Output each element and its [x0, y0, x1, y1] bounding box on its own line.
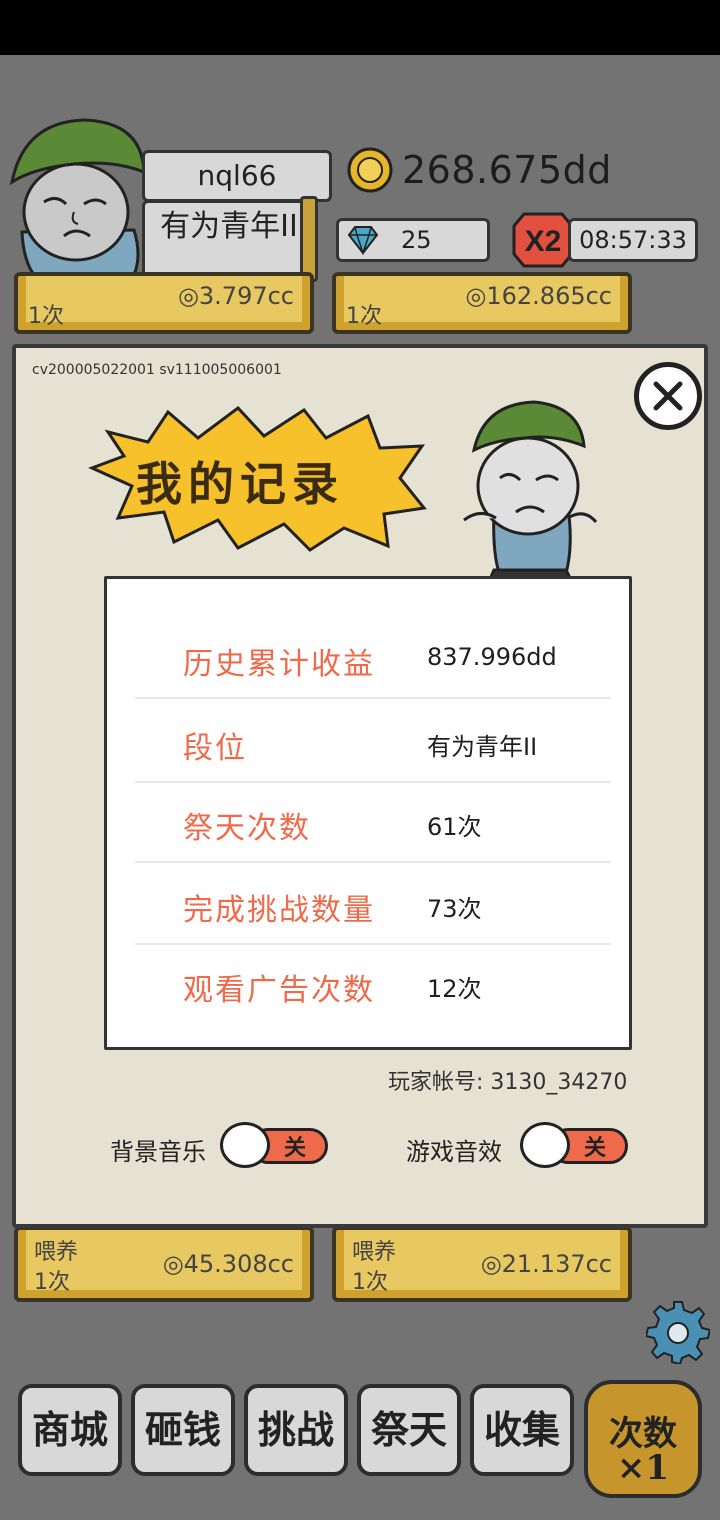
x2-boost-badge[interactable]: X2 [512, 212, 574, 268]
records-dialog: cv200005022001 sv111005006001 我的记录 历史累计收… [12, 344, 708, 1228]
dialog-title: 我的记录 [136, 457, 344, 511]
bg-card-2[interactable]: 1次 ◎162.865cc [332, 272, 632, 334]
player-name: nql66 [142, 150, 332, 202]
stat-row-challenges: 完成挑战数量 73次 [135, 865, 611, 945]
version-string: cv200005022001 sv111005006001 [32, 362, 282, 378]
player-account-id: 玩家帐号: 3130_34270 [388, 1070, 628, 1095]
count-multiplier-button[interactable]: 次数 ×1 [584, 1380, 702, 1498]
stat-value: 73次 [427, 895, 482, 923]
count-value: ×1 [616, 1448, 670, 1488]
toggle-state: 关 [284, 1136, 307, 1161]
nav-challenge-button[interactable]: 挑战 [244, 1384, 348, 1476]
toggle-knob [520, 1122, 570, 1168]
nav-worship-button[interactable]: 祭天 [357, 1384, 461, 1476]
bg-card-value: ◎3.797cc [177, 282, 294, 310]
bg-card-count: 1次 [346, 304, 382, 329]
coin-icon [347, 147, 393, 193]
bg-card-value: ◎162.865cc [465, 282, 612, 310]
stat-value: 61次 [427, 813, 482, 841]
bg-card-4[interactable]: 喂养 1次 ◎21.137cc [332, 1226, 632, 1302]
stat-row-earnings: 历史累计收益 837.996dd [135, 619, 611, 699]
row-divider [135, 861, 611, 863]
stat-label: 完成挑战数量 [183, 893, 375, 928]
settings-gear-icon[interactable] [646, 1300, 710, 1364]
bg-card-count: 1次 [352, 1270, 388, 1295]
x2-label: X2 [525, 225, 562, 258]
stat-label: 段位 [183, 731, 247, 766]
bg-card-count: 1次 [34, 1270, 70, 1295]
gem-count: 25 [401, 226, 432, 254]
sfx-toggle[interactable]: 关 [520, 1122, 628, 1168]
bg-card-label: 喂养 [34, 1240, 79, 1265]
bg-card-label: 喂养 [352, 1240, 397, 1265]
player-rank: 有为青年II [142, 200, 316, 282]
music-toggle[interactable]: 关 [220, 1122, 328, 1168]
sfx-label: 游戏音效 [406, 1138, 502, 1166]
row-divider [135, 697, 611, 699]
stat-row-worship: 祭天次数 61次 [135, 783, 611, 863]
boost-timer: 08:57:33 [568, 218, 698, 262]
bg-card-1[interactable]: 1次 ◎3.797cc [14, 272, 314, 334]
records-table: 历史累计收益 837.996dd 段位 有为青年II 祭天次数 61次 完成挑战… [104, 576, 632, 1050]
player-avatar[interactable] [4, 112, 154, 284]
bg-card-value: ◎21.137cc [480, 1250, 612, 1278]
stat-label: 历史累计收益 [183, 647, 375, 682]
bg-card-3[interactable]: 喂养 1次 ◎45.308cc [14, 1226, 314, 1302]
stat-label: 祭天次数 [183, 811, 311, 846]
stat-value: 12次 [427, 975, 482, 1003]
nav-collect-button[interactable]: 收集 [470, 1384, 574, 1476]
stat-row-rank: 段位 有为青年II [135, 703, 611, 783]
stat-label: 观看广告次数 [183, 973, 375, 1008]
bg-card-value: ◎45.308cc [162, 1250, 294, 1278]
status-bar [0, 0, 720, 55]
gem-balance-box[interactable]: 25 [336, 218, 490, 262]
close-button[interactable] [634, 362, 702, 430]
stat-value: 有为青年II [427, 733, 538, 761]
toggle-state: 关 [584, 1136, 607, 1161]
coin-balance: 268.675dd [402, 148, 612, 192]
music-label: 背景音乐 [110, 1138, 206, 1166]
stat-value: 837.996dd [427, 643, 557, 671]
bg-card-count: 1次 [28, 304, 64, 329]
close-icon [653, 381, 683, 411]
nav-smash-button[interactable]: 砸钱 [131, 1384, 235, 1476]
diamond-icon [347, 226, 379, 255]
toggle-knob [220, 1122, 270, 1168]
plank-decoration [300, 196, 318, 282]
nav-shop-button[interactable]: 商城 [18, 1384, 122, 1476]
stat-row-ads: 观看广告次数 12次 [135, 945, 611, 1025]
